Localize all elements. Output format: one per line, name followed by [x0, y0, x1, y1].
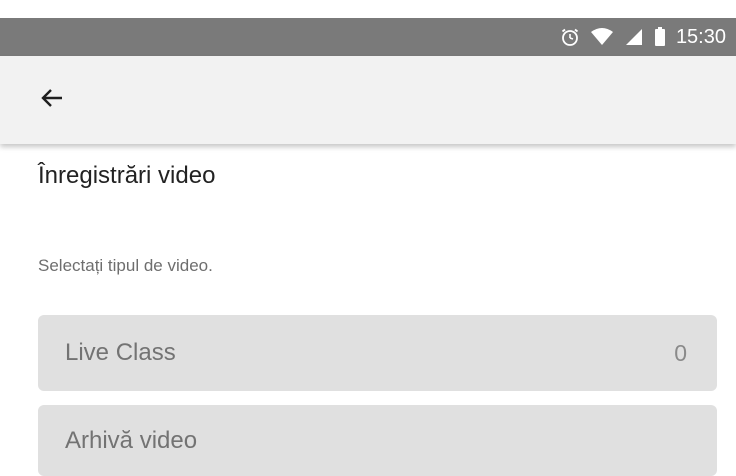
option-label: Arhivă video [65, 426, 198, 454]
signal-icon [624, 27, 644, 47]
app-bar [0, 56, 736, 144]
arrow-left-icon [40, 88, 64, 113]
alarm-icon [560, 27, 580, 47]
option-label: Live Class [65, 339, 176, 366]
back-button[interactable] [34, 82, 70, 118]
status-bar: 15:30 [0, 18, 736, 56]
live-class-option[interactable]: Live Class 0 [38, 315, 717, 391]
wifi-icon [590, 27, 614, 47]
page-title: Înregistrări video [38, 162, 216, 189]
option-count: 0 [674, 339, 687, 366]
video-archive-option[interactable]: Arhivă video [38, 405, 717, 476]
status-time: 15:30 [675, 25, 726, 48]
page-subtitle: Selectați tipul de video. [38, 256, 213, 275]
battery-icon [654, 27, 666, 47]
